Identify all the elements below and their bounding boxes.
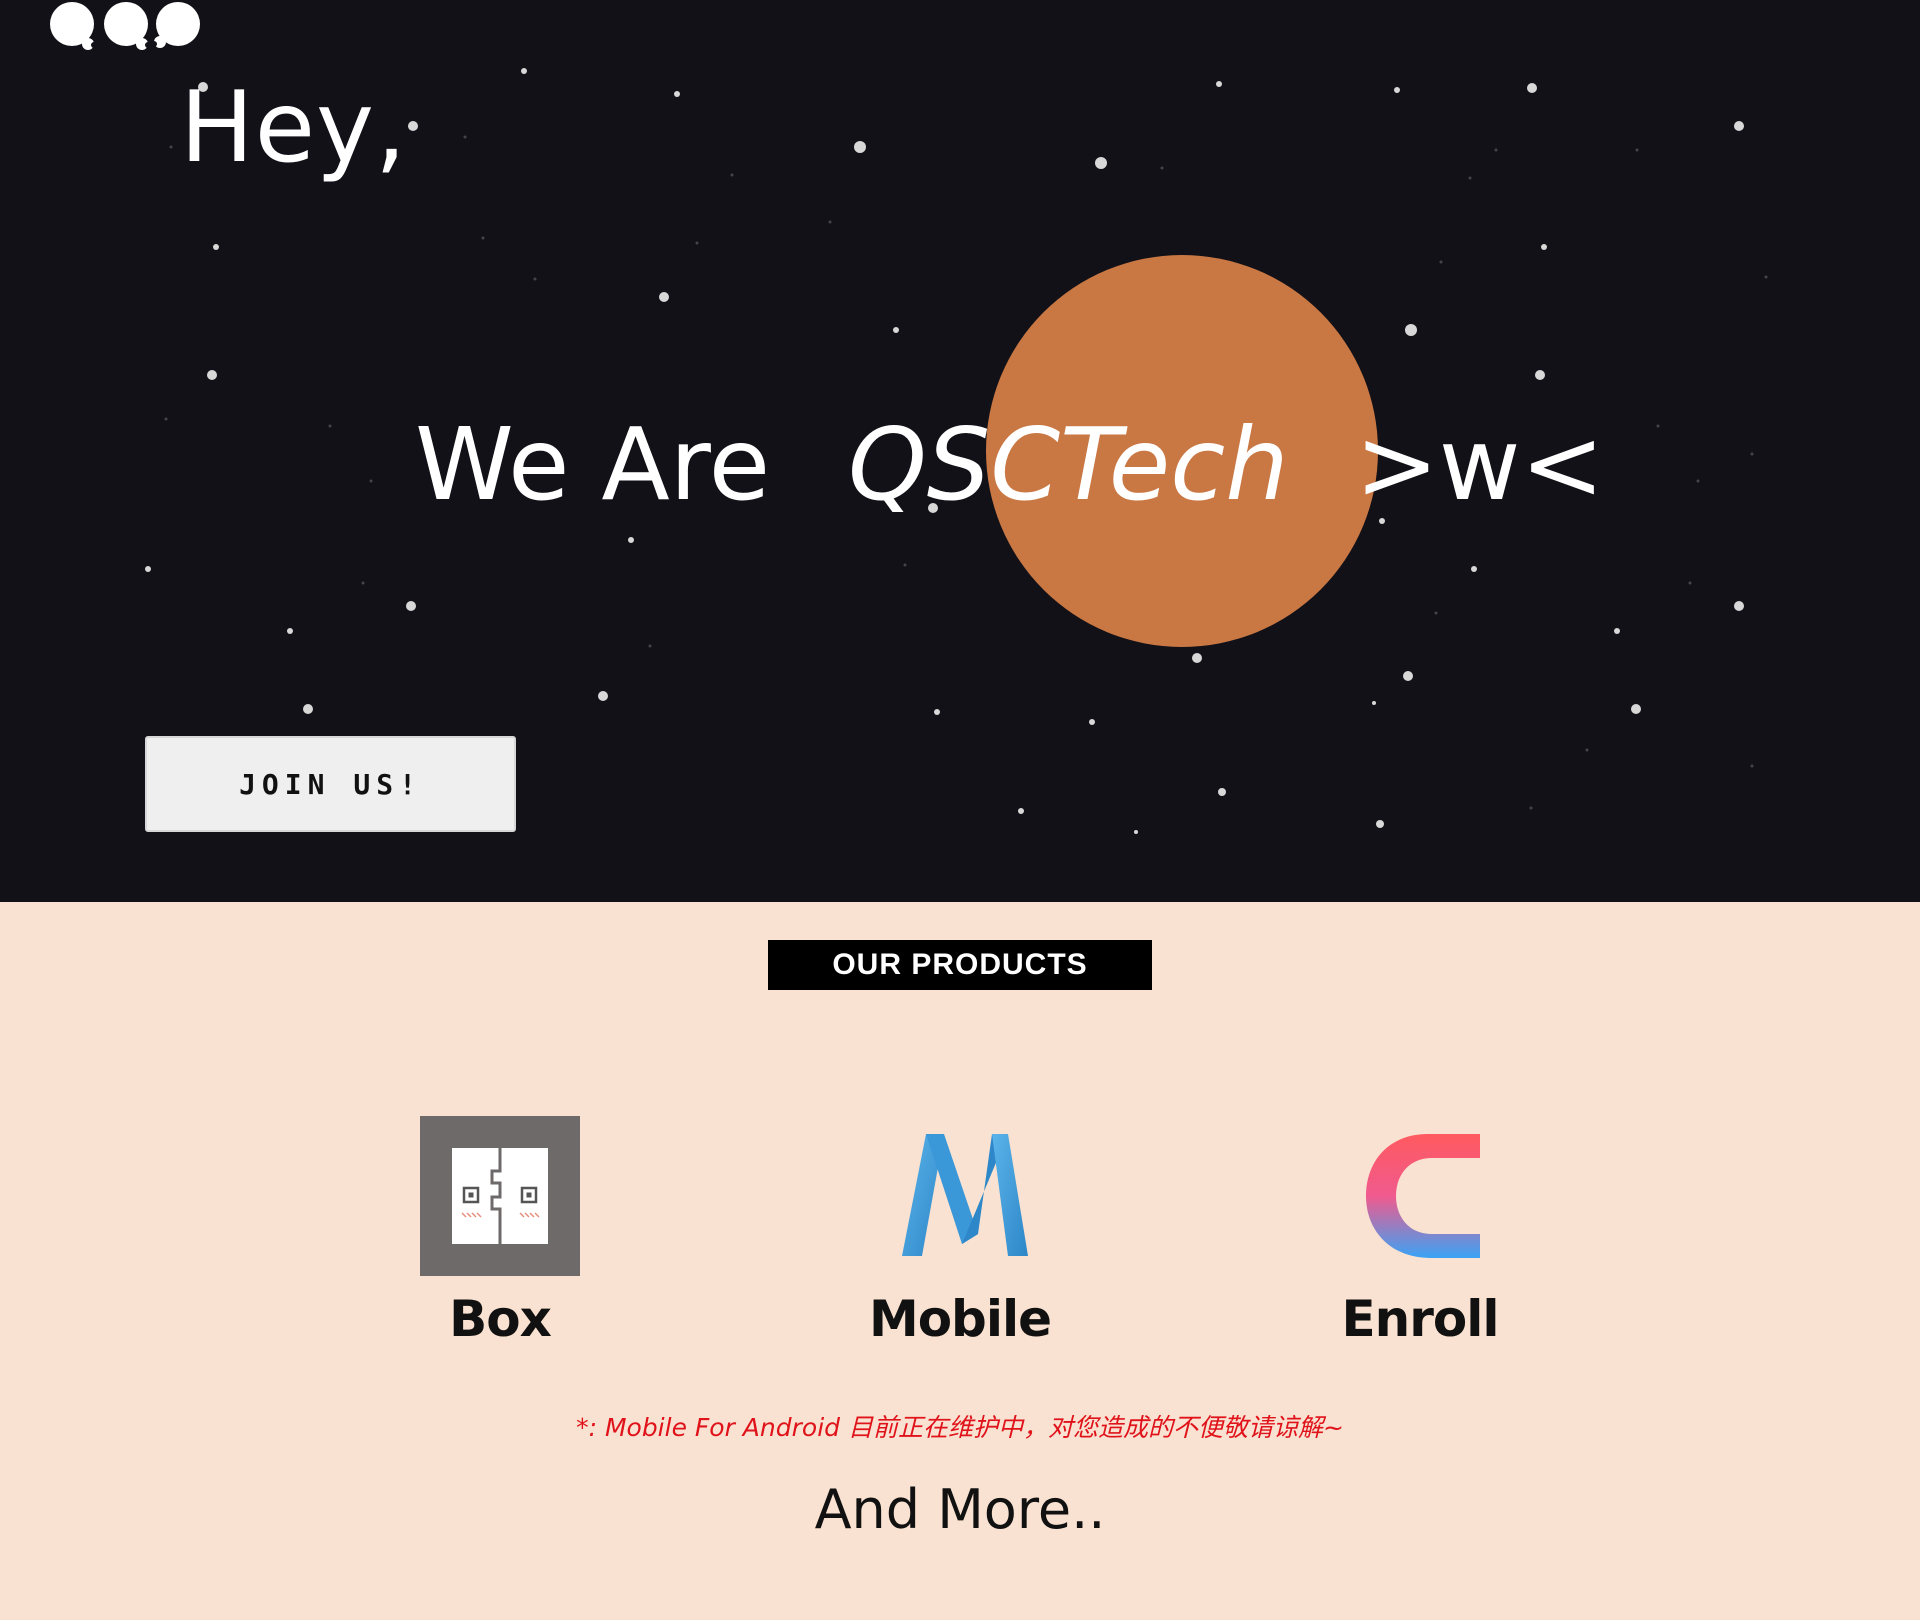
and-more-text: And More.. bbox=[814, 1478, 1106, 1541]
greeting-text: Hey, bbox=[180, 71, 408, 185]
products-section: OUR PRODUCTS Box Mobile Enroll *: Mobile… bbox=[0, 902, 1920, 1620]
hero-section: Hey, We Are QSCTech >w< JOIN US! bbox=[0, 0, 1920, 902]
brand-name: QSCTech bbox=[848, 406, 1289, 523]
three-bubbles-logo-icon[interactable] bbox=[46, 0, 206, 50]
product-name-mobile: Mobile bbox=[868, 1290, 1052, 1348]
headline: We Are QSCTech >w< bbox=[0, 400, 1920, 530]
product-enroll[interactable]: Enroll bbox=[1290, 1116, 1550, 1356]
product-mobile[interactable]: Mobile bbox=[830, 1116, 1090, 1356]
product-box[interactable]: Box bbox=[370, 1116, 630, 1356]
join-us-button[interactable]: JOIN US! bbox=[145, 736, 516, 832]
our-products-label: OUR PRODUCTS bbox=[768, 940, 1152, 990]
mobile-m-icon bbox=[880, 1116, 1040, 1276]
headline-prefix: We Are bbox=[415, 406, 771, 523]
maintenance-notice: *: Mobile For Android 目前正在维护中，对您造成的不便敬请谅… bbox=[576, 1413, 1344, 1442]
box-qr-icon bbox=[420, 1116, 580, 1276]
product-name-box: Box bbox=[449, 1290, 552, 1348]
enroll-c-icon bbox=[1340, 1116, 1500, 1276]
emoticon-text: >w< bbox=[1355, 406, 1605, 523]
product-name-enroll: Enroll bbox=[1341, 1290, 1499, 1348]
